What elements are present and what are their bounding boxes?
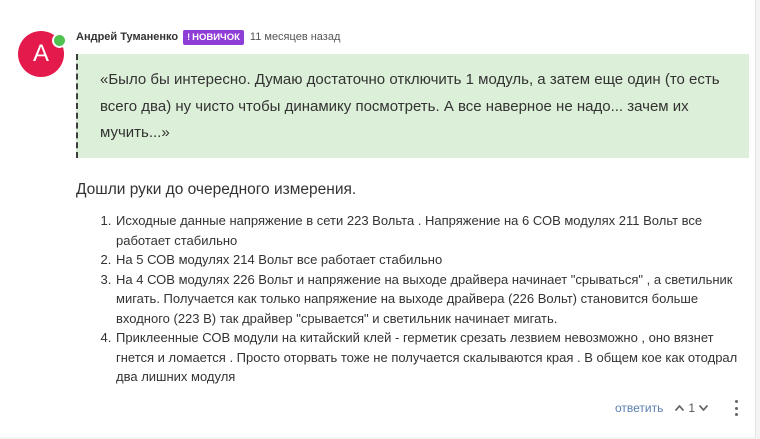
list-item: Исходные данные напряжение в сети 223 Во… [115, 211, 746, 250]
comment-body: Дошли руки до очередного измерения. Исхо… [76, 178, 746, 387]
list-item: Приклеенные СОВ модули на китайский клей… [115, 328, 746, 387]
rank-badge: ! НОВИЧОК [183, 29, 244, 45]
vote-count: 1 [688, 401, 696, 415]
chevron-down-icon[interactable] [698, 404, 709, 412]
quote-block: «Было бы интересно. Думаю достаточно отк… [76, 54, 749, 158]
comment-actions: ответить 1 [615, 399, 709, 417]
comment-intro: Дошли руки до очередного измерения. [76, 181, 357, 198]
measurement-list: Исходные данные напряжение в сети 223 Во… [76, 211, 746, 387]
list-item: На 4 СОВ модулях 226 Вольт и напряжение … [115, 270, 746, 329]
comment-card: A Андрей Туманенко ! НОВИЧОК 11 месяцев … [0, 0, 756, 437]
more-vertical-icon[interactable] [731, 400, 741, 416]
list-item: На 5 СОВ модулях 214 Вольт все работает … [115, 250, 746, 270]
reply-link[interactable]: ответить [615, 401, 663, 415]
badge-exclamation-icon: ! [187, 32, 191, 42]
comment-header: Андрей Туманенко ! НОВИЧОК 11 месяцев на… [76, 28, 340, 46]
online-status-icon [52, 33, 67, 48]
chevron-up-icon[interactable] [674, 404, 685, 412]
vote-control: 1 [674, 401, 709, 415]
author-name[interactable]: Андрей Туманенко [76, 31, 178, 43]
comment-timestamp[interactable]: 11 месяцев назад [250, 31, 340, 43]
badge-label: НОВИЧОК [192, 31, 240, 43]
